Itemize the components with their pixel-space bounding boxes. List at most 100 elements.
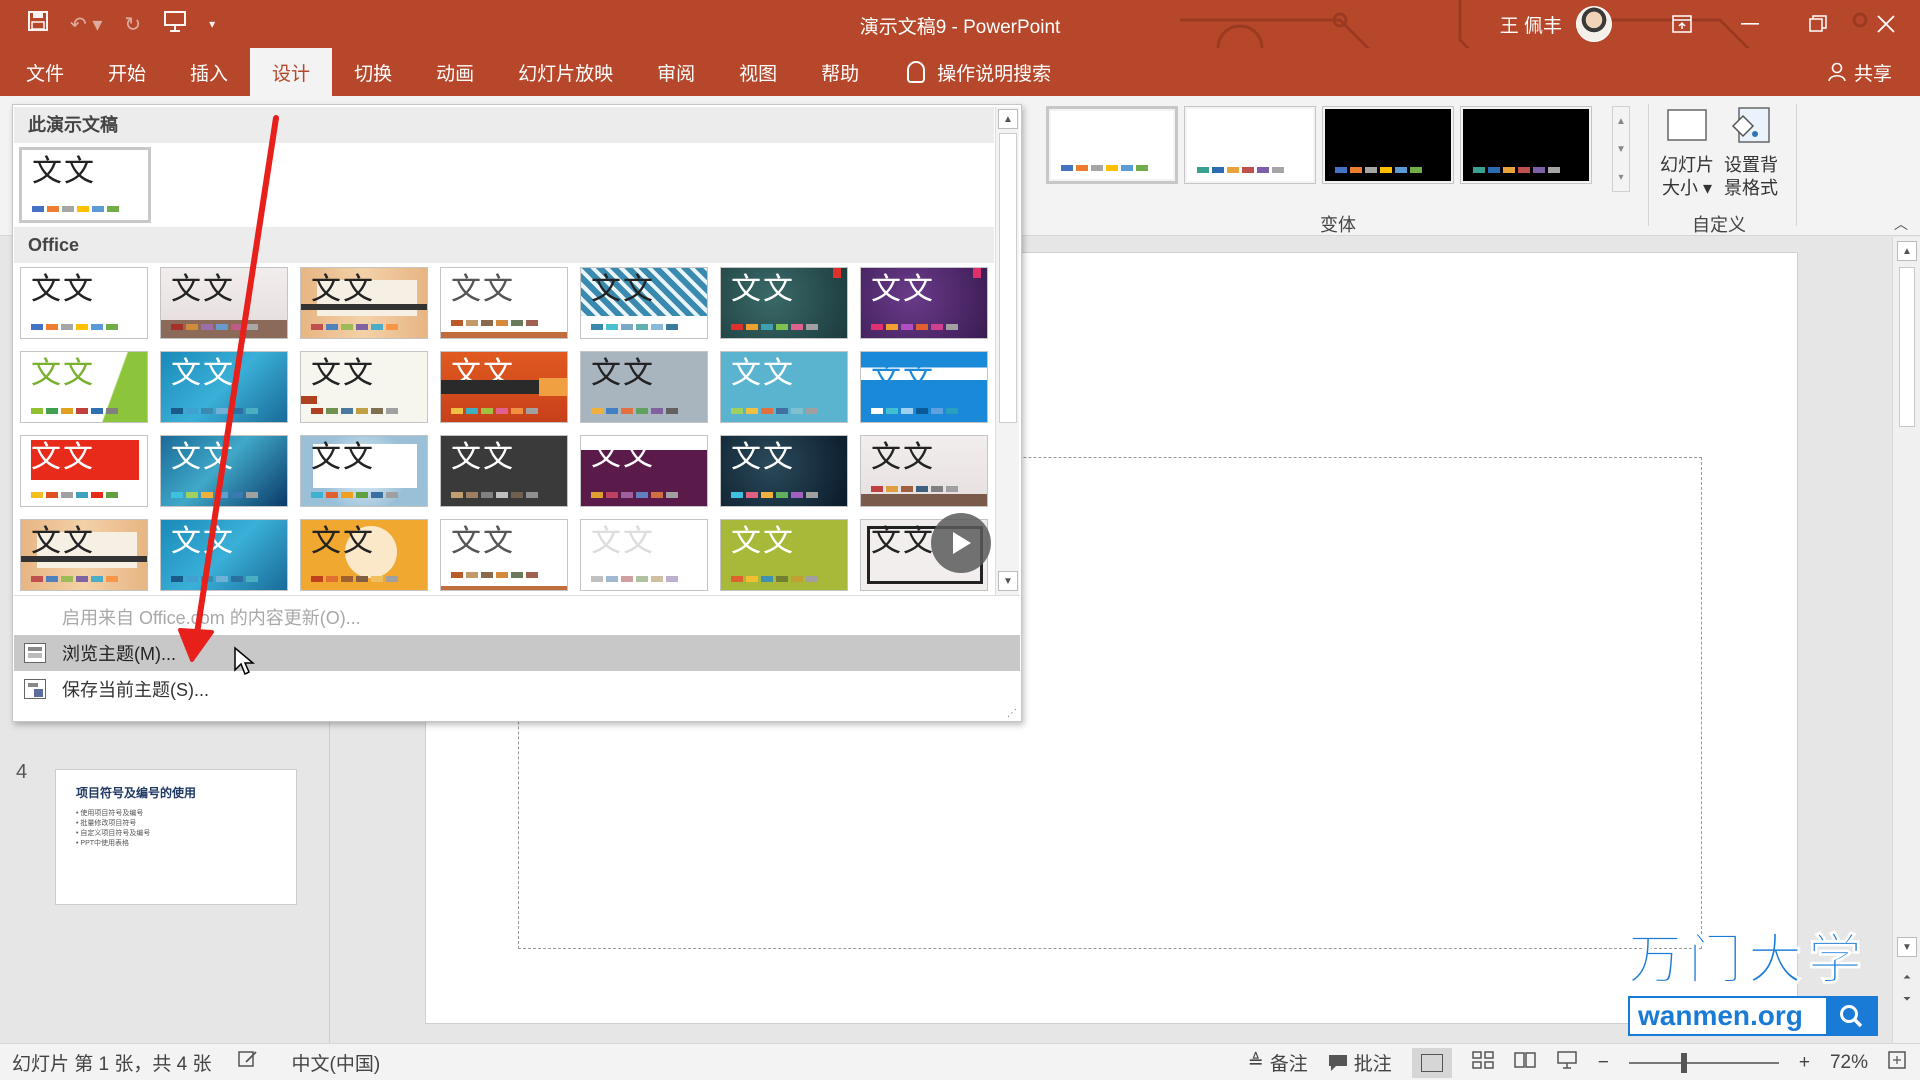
play-video-button[interactable] bbox=[931, 513, 991, 573]
menu-divider bbox=[14, 595, 1020, 596]
tab-review[interactable]: 审阅 bbox=[635, 48, 717, 96]
theme-current[interactable]: 文文 bbox=[19, 147, 151, 223]
close-icon[interactable] bbox=[1852, 0, 1920, 48]
theme-savon[interactable]: 文文 bbox=[720, 351, 848, 423]
theme-wisp[interactable]: 文文 bbox=[580, 351, 708, 423]
user-avatar[interactable] bbox=[1576, 6, 1612, 42]
theme-ion[interactable]: 文文 bbox=[720, 267, 848, 339]
tab-design[interactable]: 设计 bbox=[250, 48, 333, 96]
ribbon-display-options-icon[interactable] bbox=[1648, 0, 1716, 48]
zoom-in-icon[interactable]: + bbox=[1799, 1052, 1810, 1074]
user-name[interactable]: 王 佩丰 bbox=[1500, 11, 1562, 38]
scrollbar-thumb[interactable] bbox=[1899, 267, 1915, 427]
fit-to-window-icon[interactable] bbox=[1888, 1050, 1906, 1075]
menu-save-current-theme[interactable]: 保存当前主题(S)... bbox=[14, 671, 1020, 707]
theme-frame[interactable]: 文文 bbox=[580, 519, 708, 591]
theme-quotable[interactable]: 文文 bbox=[720, 519, 848, 591]
theme-ion-pattern[interactable]: 文文 bbox=[580, 267, 708, 339]
share-button[interactable]: 共享 bbox=[1828, 48, 1892, 96]
theme-wood-type[interactable]: 文文 bbox=[300, 267, 428, 339]
theme-glyph: 文文 bbox=[311, 272, 375, 307]
menu-browse-themes[interactable]: 浏览主题(M)... bbox=[14, 635, 1020, 671]
tab-insert[interactable]: 插入 bbox=[168, 48, 250, 96]
menu-enable-office-updates: 启用来自 Office.com 的内容更新(O)... bbox=[62, 608, 361, 628]
theme-ion-boardroom[interactable]: 文文 bbox=[860, 267, 988, 339]
collapse-ribbon-icon[interactable]: ︿ bbox=[1894, 214, 1908, 234]
theme-glyph: 文文 bbox=[171, 440, 235, 475]
theme-glyph: 文文 bbox=[591, 524, 655, 559]
gallery-scrollbar[interactable]: ▲ ▼ bbox=[995, 107, 1019, 595]
theme-vapor-trail[interactable]: 文文 bbox=[720, 435, 848, 507]
theme-main-event[interactable]: 文文 bbox=[440, 435, 568, 507]
variant-2[interactable] bbox=[1184, 106, 1316, 184]
vertical-scrollbar[interactable]: ▲ ▼ ⏶ ⏷ bbox=[1892, 237, 1920, 1043]
scroll-down-icon[interactable]: ▼ bbox=[1897, 937, 1917, 957]
tab-transitions[interactable]: 切换 bbox=[332, 48, 414, 96]
slideshow-view-button[interactable] bbox=[1556, 1050, 1578, 1076]
theme-integral[interactable]: 文文 bbox=[160, 351, 288, 423]
variant-4[interactable] bbox=[1460, 106, 1592, 184]
wanmen-watermark: 万门大学 wanmen.org bbox=[1628, 928, 1878, 1040]
theme-glyph: 文文 bbox=[591, 438, 655, 473]
variant-1[interactable] bbox=[1046, 106, 1178, 184]
theme-glyph: 文文 bbox=[871, 272, 935, 307]
resize-grip-icon[interactable]: ⋰ bbox=[1007, 708, 1017, 719]
gallery-scroll-down-icon[interactable]: ▼ bbox=[998, 571, 1018, 591]
theme-wood-type-2[interactable]: 文文 bbox=[20, 519, 148, 591]
tell-me-label: 操作说明搜索 bbox=[937, 63, 1052, 85]
tab-animations[interactable]: 动画 bbox=[414, 48, 496, 96]
section-office: Office bbox=[14, 227, 994, 263]
theme-glyph: 文文 bbox=[31, 524, 95, 559]
variant-3[interactable] bbox=[1322, 106, 1454, 184]
theme-integral-2[interactable]: 文文 bbox=[160, 519, 288, 591]
theme-organic[interactable]: 文文 bbox=[440, 267, 568, 339]
theme-office[interactable]: 文文 bbox=[20, 267, 148, 339]
tab-slideshow[interactable]: 幻灯片放映 bbox=[496, 48, 635, 96]
theme-badge[interactable]: 文文 bbox=[300, 519, 428, 591]
theme-crop[interactable]: 文文 bbox=[440, 519, 568, 591]
theme-facet[interactable]: 文文 bbox=[20, 351, 148, 423]
tab-view[interactable]: 视图 bbox=[717, 48, 799, 96]
previous-slide-icon[interactable]: ⏶ bbox=[1897, 967, 1917, 987]
tab-file[interactable]: 文件 bbox=[0, 48, 86, 96]
theme-retrospect[interactable]: 文文 bbox=[300, 351, 428, 423]
theme-slice[interactable]: 文文 bbox=[440, 351, 568, 423]
tab-home[interactable]: 开始 bbox=[86, 48, 168, 96]
variants-group-label: 变体 bbox=[1320, 215, 1356, 235]
slide-size-label-1: 幻灯片 bbox=[1660, 155, 1714, 175]
slide-sorter-view-button[interactable] bbox=[1472, 1050, 1494, 1075]
zoom-slider[interactable] bbox=[1628, 1052, 1779, 1073]
theme-gallery[interactable]: 文文 bbox=[160, 267, 288, 339]
theme-berlin[interactable]: 文文 bbox=[20, 435, 148, 507]
variants-scroll[interactable]: ▲ ▼ ▾ bbox=[1612, 106, 1630, 192]
theme-glyph: 文文 bbox=[871, 440, 935, 475]
spelling-check-icon[interactable] bbox=[237, 1050, 258, 1074]
theme-droplet[interactable]: 文文 bbox=[160, 435, 288, 507]
format-background-button[interactable]: 设置背 景格式 bbox=[1724, 104, 1778, 200]
language-indicator[interactable]: 中文(中国) bbox=[292, 1049, 381, 1076]
tab-help[interactable]: 帮助 bbox=[799, 48, 881, 96]
theme-mesh[interactable]: 文文 bbox=[860, 435, 988, 507]
customize-group-label: 自定义 bbox=[1692, 215, 1746, 235]
zoom-slider-thumb[interactable] bbox=[1680, 1052, 1687, 1073]
zoom-out-icon[interactable]: − bbox=[1598, 1052, 1609, 1074]
normal-view-button[interactable] bbox=[1411, 1047, 1452, 1078]
reading-view-button[interactable] bbox=[1514, 1051, 1536, 1075]
scroll-up-icon[interactable]: ▲ bbox=[1897, 241, 1917, 261]
restore-icon[interactable] bbox=[1784, 0, 1852, 48]
theme-glyph: 文文 bbox=[31, 440, 95, 475]
theme-parcel[interactable]: 文文 bbox=[580, 435, 708, 507]
zoom-level[interactable]: 72% bbox=[1830, 1052, 1868, 1074]
thumbnail-line: • PPT中使用表格 bbox=[76, 840, 130, 847]
theme-circuit[interactable]: 文文 bbox=[860, 351, 988, 423]
next-slide-icon[interactable]: ⏷ bbox=[1897, 989, 1917, 1009]
slide-size-button[interactable]: 幻灯片 大小 ▾ bbox=[1660, 104, 1714, 200]
minimize-icon[interactable] bbox=[1716, 0, 1784, 48]
theme-dividend[interactable]: 文文 bbox=[300, 435, 428, 507]
gallery-scroll-up-icon[interactable]: ▲ bbox=[998, 109, 1018, 129]
gallery-scroll-thumb[interactable] bbox=[999, 133, 1017, 423]
comments-button[interactable]: 批注 bbox=[1328, 1049, 1392, 1076]
slide-thumbnail-4[interactable]: 项目符号及编号的使用 • 使用项目符号及编号 • 批量修改项目符号 • 自定义项… bbox=[55, 769, 297, 905]
tell-me-search[interactable]: 操作说明搜索 bbox=[907, 59, 1051, 86]
notes-button[interactable]: ≜ 备注 bbox=[1248, 1049, 1308, 1076]
